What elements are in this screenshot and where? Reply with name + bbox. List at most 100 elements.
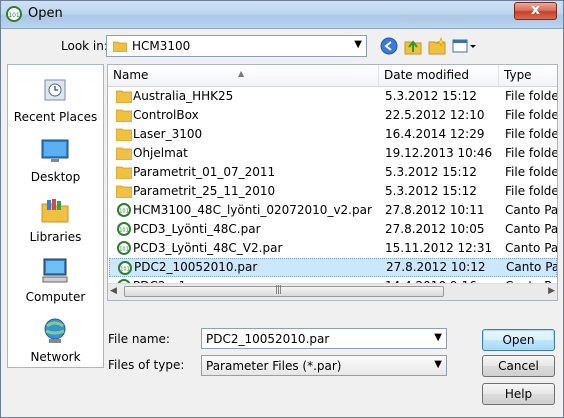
column-header-name-label: Name [113,68,149,82]
view-menu-icon[interactable] [452,37,476,55]
up-folder-icon[interactable] [404,37,422,55]
desktop-icon [41,139,69,162]
help-button[interactable]: Help [482,383,555,405]
table-row[interactable]: Parametrit_25_11_2010 5.3.2012 15:12 File … [109,182,557,201]
network-icon [44,318,66,343]
file-date-cell: 5.3.2012 15:12 [385,184,477,198]
sort-ascending-icon: ▲ [238,69,245,78]
place-network[interactable]: Network [8,310,103,370]
computer-icon [42,258,68,283]
file-type-cell: File folder [505,146,558,160]
file-name-cell: PCD3_Lyönti_48C.par [133,222,261,236]
folder-icon [116,109,132,122]
svg-text:101: 101 [8,12,20,19]
file-name-cell: ControlBox [133,108,199,122]
place-label: Desktop [30,170,81,184]
par-file-icon: 101 [117,222,131,236]
svg-text:101: 101 [119,228,129,234]
file-name-cell: Laser_3100 [133,127,203,141]
folder-icon [116,185,132,198]
place-label: Recent Places [13,110,98,124]
chevron-down-icon: ▼ [354,39,362,50]
column-header-name[interactable]: Name ▲ [108,65,379,86]
place-recent-places[interactable]: Recent Places [8,70,103,130]
file-name-cell: Ohjelmat [133,146,188,160]
scroll-left-icon[interactable]: ◀ [110,286,117,296]
svg-text:101: 101 [119,209,129,215]
file-date-cell: 5.3.2012 15:12 [385,89,477,103]
file-list[interactable]: Name ▲ Date modified Type Australia_HHK2… [107,64,558,301]
place-desktop[interactable]: Desktop [8,130,103,190]
watermark-text: Show all icons [401,14,465,24]
file-name-cell: PCD3_Lyönti_48C_V2.par [133,241,283,255]
recent-places-icon [44,79,66,101]
file-type-cell: File folder [505,89,558,103]
table-row[interactable]: Parametrit_01_07_2011 5.3.2012 15:12 File … [109,163,557,182]
table-row[interactable]: 101 PDC2_10052010.par 27.8.2012 10:12 Canto… [109,258,557,277]
grip-icon: ||| [275,285,282,295]
libraries-icon [41,199,69,223]
folder-icon [113,41,127,52]
table-row[interactable]: ControlBox 22.5.2012 12:10 File folder [109,106,557,125]
file-type-cell: File folder [505,184,558,198]
svg-text:101: 101 [120,267,130,273]
new-folder-icon[interactable] [428,37,446,55]
close-button[interactable]: x [514,2,557,20]
file-name-cell: Parametrit_01_07_2011 [133,165,276,179]
column-header-date[interactable]: Date modified [379,65,499,86]
file-date-cell: 19.12.2013 10:46 [385,146,493,160]
look-in-label: Look in: [61,39,108,53]
file-type-value: Parameter Files (*.par) [206,359,342,373]
column-header-type[interactable]: Type [499,65,557,86]
look-in-value: HCM3100 [132,39,191,53]
table-row[interactable]: 101 PCD3_Lyönti_48C.par 27.8.2012 10:05 Can… [109,220,557,239]
file-name-cell: HCM3100_48C_lyönti_02072010_v2.par [133,203,372,217]
par-file-icon: 101 [117,203,131,217]
scrollbar-thumb[interactable]: ||| [124,285,444,297]
folder-icon [116,166,132,179]
file-name-input[interactable]: PDC2_10052010.par ▼ [201,328,447,349]
file-date-cell: 27.8.2012 10:12 [386,260,486,274]
app-icon: 101 [6,6,22,22]
scroll-right-icon[interactable]: ▶ [548,286,555,296]
place-libraries[interactable]: Libraries [8,190,103,250]
file-date-cell: 22.5.2012 12:10 [385,108,485,122]
chevron-down-icon[interactable]: ▼ [434,332,442,343]
file-name-cell: PDC2_10052010.par [134,260,258,274]
column-header-date-label: Date modified [384,68,470,82]
file-type-cell: Canto Par [505,241,558,255]
file-type-cell: Canto Par [506,260,557,274]
back-icon[interactable] [380,37,398,55]
file-type-cell: File folder [505,165,558,179]
file-date-cell: 15.11.2012 12:31 [385,241,493,255]
look-in-dropdown[interactable]: HCM3100 ▼ [106,35,367,57]
file-date-cell: 5.3.2012 15:12 [385,165,477,179]
column-header-type-label: Type [504,68,532,82]
file-type-cell: Canto Par [505,203,558,217]
table-row[interactable]: Australia_HHK25 5.3.2012 15:12 File folder [109,87,557,106]
file-name-value: PDC2_10052010.par [206,332,330,346]
par-file-icon: 101 [117,241,131,255]
file-name-cell: Australia_HHK25 [133,89,234,103]
table-row[interactable]: Ohjelmat 19.12.2013 10:46 File folder [109,144,557,163]
file-date-cell: 27.8.2012 10:05 [385,222,485,236]
file-date-cell: 16.4.2014 12:29 [385,127,485,141]
file-name-label: File name: [108,332,170,346]
table-row[interactable]: 101 HCM3100_48C_lyönti_02072010_v2.par 27.… [109,201,557,220]
file-type-label: Files of type: [108,358,185,372]
chevron-down-icon: ▼ [434,359,442,370]
place-label: Computer [25,290,86,304]
file-type-cell: Canto Par [505,222,558,236]
title-bar[interactable]: 101 Open Show all icons x [1,1,563,29]
folder-icon [116,90,132,103]
table-row[interactable]: 101 PCD3_Lyönti_48C_V2.par 15.11.2012 12:3… [109,239,557,258]
file-type-dropdown[interactable]: Parameter Files (*.par) ▼ [201,355,447,376]
file-name-cell: Parametrit_25_11_2010 [133,184,276,198]
cancel-button[interactable]: Cancel [482,355,555,377]
places-bar: Recent Places Desktop Libraries Computer… [7,64,104,368]
table-row[interactable]: Laser_3100 16.4.2014 12:29 File folder [109,125,557,144]
open-button[interactable]: Open [482,329,555,351]
horizontal-scrollbar[interactable]: ◀ ||| ▶ [108,283,557,300]
file-date-cell: 27.8.2012 10:11 [385,203,485,217]
place-computer[interactable]: Computer [8,250,103,310]
